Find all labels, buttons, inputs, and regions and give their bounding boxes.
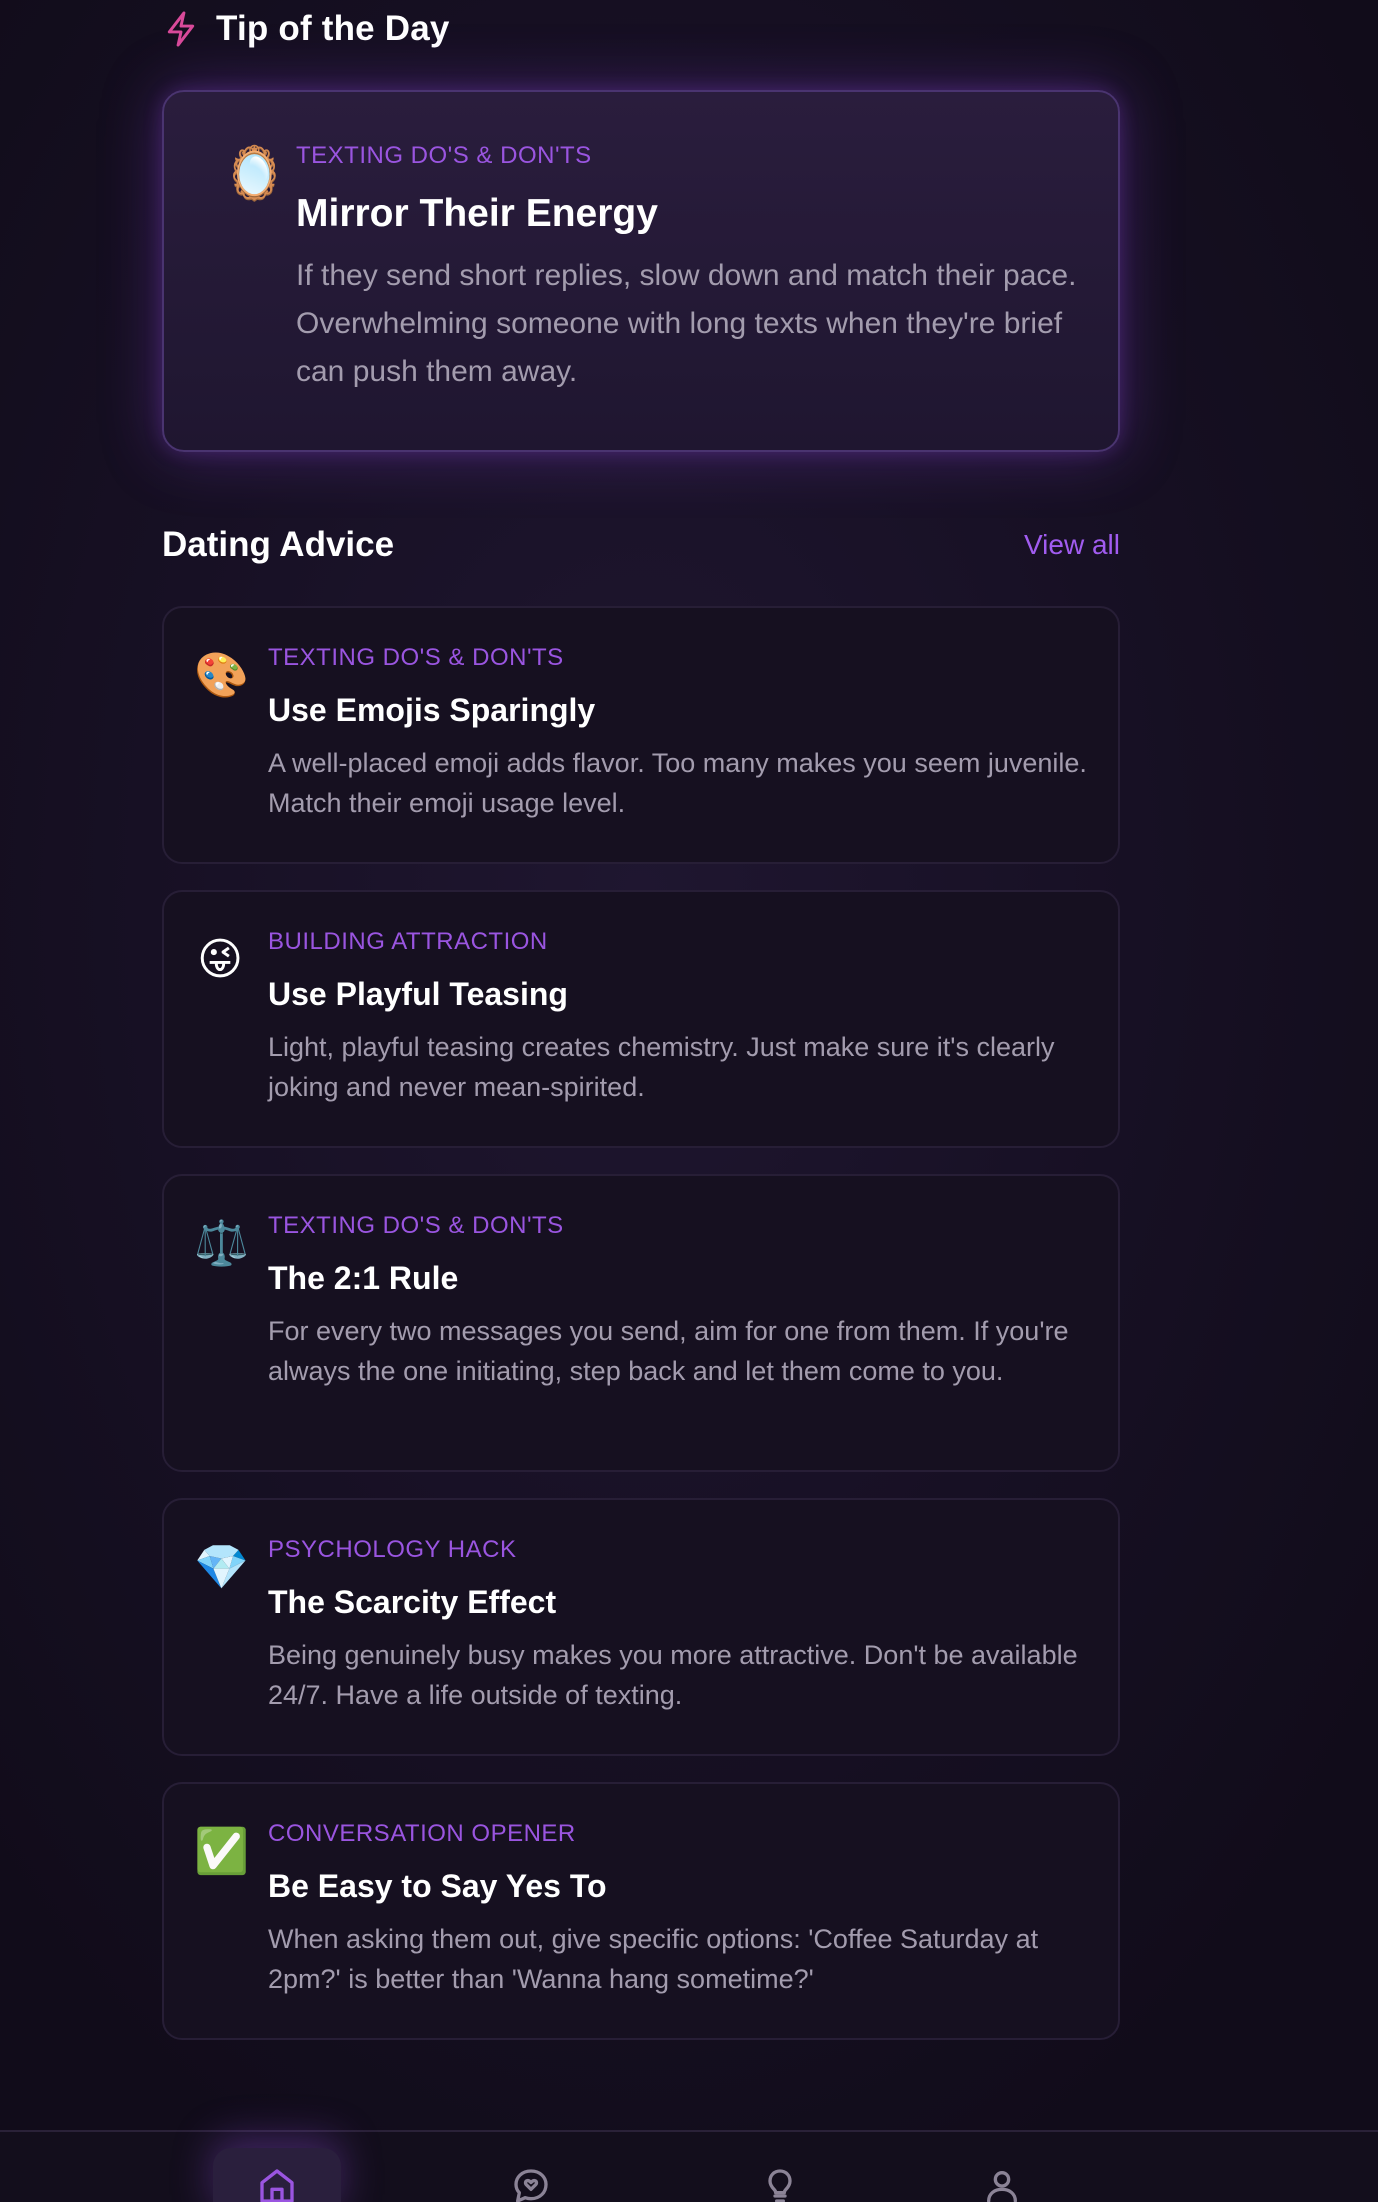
home-icon	[257, 2166, 297, 2202]
advice-category: CONVERSATION OPENER	[268, 1820, 576, 1847]
advice-description: Light, playful teasing creates chemistry…	[268, 1032, 1055, 1102]
advice-category: TEXTING DO'S & DON'TS	[268, 1212, 564, 1239]
featured-tip-card[interactable]: 🪞 TEXTING DO'S & DON'TS Mirror Their Ene…	[162, 90, 1120, 452]
advice-category: PSYCHOLOGY HACK	[268, 1536, 517, 1563]
tip-of-day-header: Tip of the Day	[162, 6, 450, 52]
advice-description: For every two messages you send, aim for…	[268, 1316, 1069, 1386]
advice-card[interactable]: 🎨 TEXTING DO'S & DON'TS Use Emojis Spari…	[162, 606, 1120, 864]
winking-face-icon: 😜	[197, 935, 243, 984]
mirror-icon: 🪞	[222, 145, 287, 203]
advice-card[interactable]: 💎 PSYCHOLOGY HACK The Scarcity Effect Be…	[162, 1498, 1120, 1756]
tip-title: Mirror Their Energy	[296, 192, 658, 235]
advice-title: The Scarcity Effect	[268, 1584, 557, 1620]
palette-icon: 🎨	[194, 651, 249, 700]
advice-title: Be Easy to Say Yes To	[268, 1868, 607, 1904]
advice-title: Use Playful Teasing	[268, 976, 568, 1012]
check-mark-icon: ✅	[194, 1827, 249, 1876]
app-screen: Tip of the Day 🪞 TEXTING DO'S & DON'TS M…	[0, 0, 1378, 2202]
advice-description: A well-placed emoji adds flavor. Too man…	[268, 748, 1087, 818]
nav-tips[interactable]	[716, 2148, 844, 2202]
nav-home[interactable]	[213, 2148, 341, 2202]
advice-title: The 2:1 Rule	[268, 1260, 459, 1296]
advice-description: When asking them out, give specific opti…	[268, 1924, 1039, 1994]
tip-category: TEXTING DO'S & DON'TS	[296, 142, 592, 169]
nav-profile[interactable]	[938, 2148, 1066, 2202]
lightning-bolt-icon	[162, 10, 200, 48]
advice-description: Being genuinely busy makes you more attr…	[268, 1640, 1078, 1710]
lightbulb-icon	[760, 2166, 800, 2202]
advice-card[interactable]: ⚖️ TEXTING DO'S & DON'TS The 2:1 Rule Fo…	[162, 1174, 1120, 1472]
gem-icon: 💎	[194, 1543, 249, 1592]
dating-advice-header: Dating Advice View all	[162, 520, 1120, 570]
balance-scale-icon: ⚖️	[194, 1219, 249, 1268]
advice-card[interactable]: 😜 BUILDING ATTRACTION Use Playful Teasin…	[162, 890, 1120, 1148]
tip-description: If they send short replies, slow down an…	[296, 259, 1077, 388]
chat-heart-icon	[511, 2166, 551, 2202]
profile-icon	[982, 2166, 1022, 2202]
advice-card[interactable]: ✅ CONVERSATION OPENER Be Easy to Say Yes…	[162, 1782, 1120, 2040]
advice-category: TEXTING DO'S & DON'TS	[268, 644, 564, 671]
advice-category: BUILDING ATTRACTION	[268, 928, 548, 955]
view-all-link[interactable]: View all	[1024, 529, 1120, 561]
tip-of-day-title: Tip of the Day	[216, 9, 450, 48]
advice-title: Use Emojis Sparingly	[268, 692, 596, 728]
nav-chat[interactable]	[467, 2148, 595, 2202]
section-title: Dating Advice	[162, 525, 395, 564]
bottom-nav	[0, 2130, 1378, 2202]
